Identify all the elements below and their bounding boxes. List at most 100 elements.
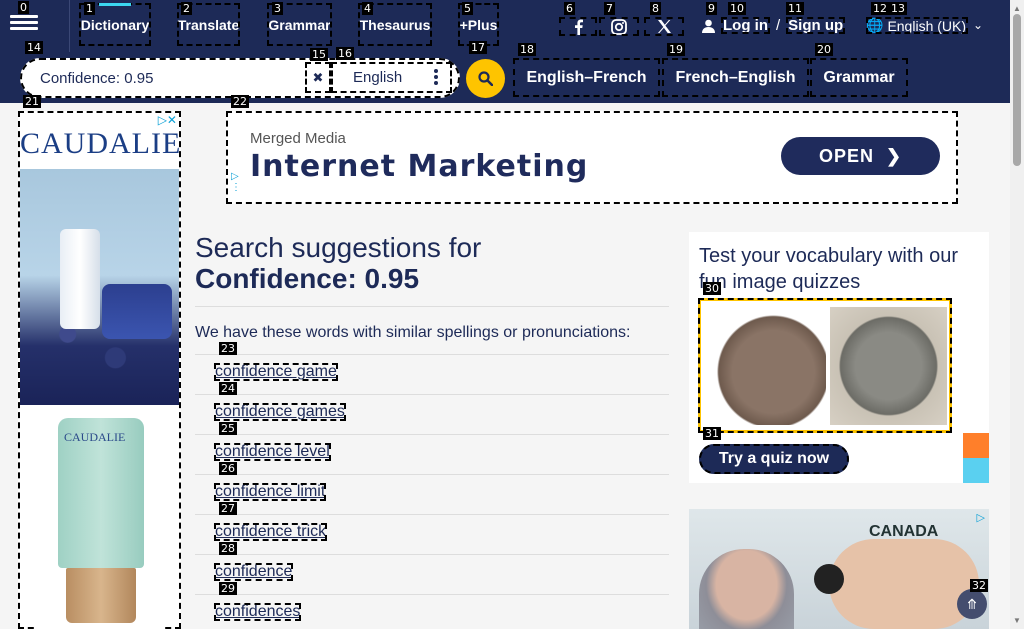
- scroll-to-top-button[interactable]: ⤊: [957, 589, 987, 619]
- user-icon: [702, 19, 715, 33]
- ad-brand: CAUDALIE: [20, 127, 181, 160]
- ad-hand: [829, 539, 979, 629]
- quiz-promo: Test your vocabulary with our fun image …: [689, 232, 989, 483]
- ad-open-label: OPEN: [818, 145, 874, 166]
- search-term: Confidence: 0.95: [195, 263, 420, 294]
- suggestion-item: confidence games: [195, 394, 669, 434]
- element-tag: 2: [181, 2, 192, 15]
- element-tag: 12: [871, 2, 889, 15]
- element-tag: 6: [564, 2, 575, 15]
- element-tag: 23: [219, 342, 237, 355]
- element-tag: 15: [310, 48, 328, 61]
- element-tag: 21: [23, 95, 41, 108]
- search-icon: [478, 71, 493, 86]
- link-french-english[interactable]: French–English: [662, 58, 809, 97]
- hippo-image: [709, 307, 826, 425]
- element-tag: 16: [336, 47, 354, 60]
- suggestion-link[interactable]: confidence limit: [214, 483, 327, 501]
- element-tag: 10: [728, 2, 746, 15]
- element-tag: 30: [703, 282, 721, 295]
- search-input[interactable]: [40, 58, 320, 98]
- suggestion-item: confidence game: [195, 354, 669, 394]
- suggestion-item: confidence limit: [195, 474, 669, 514]
- scrollbar-thumb[interactable]: [1013, 14, 1021, 166]
- adchoices-icon[interactable]: ▷ ⋮: [231, 171, 241, 193]
- ad-advertiser: Merged Media: [250, 130, 346, 147]
- element-tag: 27: [219, 502, 237, 515]
- element-tag: 17: [469, 41, 487, 54]
- left-skyscraper-ad[interactable]: ▷✕ CAUDALIE CAUDALIE: [18, 111, 181, 629]
- signup-link[interactable]: Sign up: [786, 17, 846, 34]
- x-twitter-icon[interactable]: [644, 17, 684, 36]
- element-tag: 5: [462, 2, 473, 15]
- dictionary-select[interactable]: English: [331, 62, 452, 93]
- element-tag: 9: [706, 2, 717, 15]
- seal-image: [830, 307, 947, 425]
- menu-icon[interactable]: [10, 12, 38, 38]
- element-tag: 31: [703, 427, 721, 440]
- banner-ad[interactable]: Merged Media Internet Marketing OPEN ❯ ▷ ⋮: [226, 111, 958, 204]
- top-bar: Dictionary Translate Grammar Thesaurus +…: [0, 0, 1010, 52]
- account-area: Log in / Sign up: [702, 17, 846, 34]
- suggestion-link[interactable]: confidence games: [214, 403, 346, 421]
- suggestion-link[interactable]: confidence level: [214, 443, 331, 461]
- scroll-down-icon[interactable]: ▼: [1013, 616, 1021, 625]
- element-tag: 32: [970, 579, 988, 592]
- adchoices-icon[interactable]: ▷✕: [158, 113, 177, 127]
- page-title: Search suggestions for: [195, 232, 482, 263]
- link-grammar[interactable]: Grammar: [810, 58, 908, 97]
- suggestion-item: confidence level: [195, 434, 669, 474]
- link-english-french[interactable]: English–French: [513, 58, 660, 97]
- search-results: Search suggestions for Confidence: 0.95 …: [195, 229, 669, 629]
- side-widget-blue[interactable]: [963, 458, 989, 483]
- ad-portrait: [699, 549, 794, 629]
- globe-icon: 🌐: [866, 17, 884, 33]
- suggestion-link[interactable]: confidences: [214, 603, 302, 621]
- side-ad[interactable]: ▷ CANADA: [689, 509, 989, 629]
- suggestion-link[interactable]: confidence trick: [214, 523, 328, 541]
- dictionary-select-label: English: [353, 69, 403, 86]
- intro-text: We have these words with similar spellin…: [195, 324, 631, 341]
- element-tag: 26: [219, 462, 237, 475]
- chevron-right-icon: ❯: [885, 145, 903, 166]
- element-tag: 28: [219, 542, 237, 555]
- scroll-up-icon[interactable]: ▲: [1013, 4, 1021, 13]
- divider: [69, 0, 70, 52]
- element-tag: 13: [889, 2, 907, 15]
- facebook-icon[interactable]: [559, 17, 597, 36]
- element-tag: 11: [786, 2, 804, 15]
- scrollbar[interactable]: ▲ ▼: [1010, 0, 1024, 629]
- element-tag: 8: [650, 2, 661, 15]
- ad-product-bottle: [60, 229, 100, 329]
- clear-search-button[interactable]: ✖: [305, 62, 331, 93]
- element-tag: 22: [231, 95, 249, 108]
- language-selector[interactable]: 🌐 English (UK): [866, 17, 968, 34]
- suggestion-item: confidence: [195, 554, 669, 594]
- adchoices-icon[interactable]: ▷: [977, 511, 985, 524]
- element-tag: 20: [815, 43, 833, 56]
- element-tag: 0: [18, 1, 29, 14]
- element-tag: 7: [604, 2, 615, 15]
- side-widget-orange[interactable]: [963, 433, 989, 458]
- chevron-down-icon: ⌄: [973, 18, 984, 32]
- more-vertical-icon: [434, 69, 438, 87]
- login-separator: /: [776, 17, 781, 34]
- try-quiz-button[interactable]: Try a quiz now: [699, 444, 849, 474]
- element-tag: 3: [272, 2, 283, 15]
- element-tag: 19: [667, 43, 685, 56]
- arrow-up-icon: ⤊: [966, 595, 978, 612]
- element-tag: 4: [362, 2, 373, 15]
- quiz-images[interactable]: [698, 298, 952, 433]
- ad-headline: Internet Marketing: [250, 149, 589, 184]
- instagram-icon[interactable]: [599, 17, 639, 36]
- search-button[interactable]: [466, 59, 505, 98]
- suggestion-item: confidence trick: [195, 514, 669, 554]
- login-link[interactable]: Log in: [721, 17, 770, 34]
- element-tag: 24: [219, 382, 237, 395]
- suggestion-link[interactable]: confidence game: [214, 363, 338, 381]
- suggestion-link[interactable]: confidence: [214, 563, 294, 581]
- ad-open-button[interactable]: OPEN ❯: [781, 137, 940, 175]
- element-tag: 1: [84, 2, 95, 15]
- ad-image-berries: [20, 169, 179, 405]
- element-tag: 14: [25, 41, 43, 54]
